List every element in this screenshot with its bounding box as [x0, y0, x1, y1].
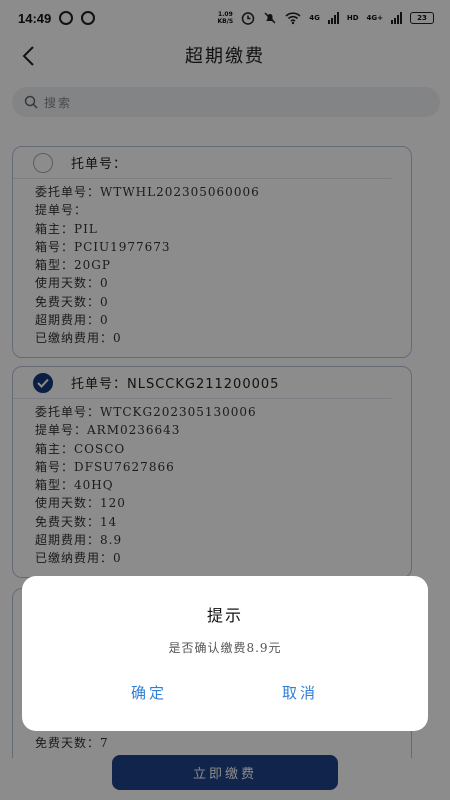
dialog-title: 提示 [206, 606, 243, 625]
dialog-message: 是否确认缴费8.9元 [168, 641, 282, 655]
cancel-button[interactable]: 取消 [255, 682, 345, 706]
confirm-dialog: 提示 是否确认缴费8.9元 确定 取消 [22, 576, 428, 731]
confirm-button[interactable]: 确定 [104, 682, 194, 706]
